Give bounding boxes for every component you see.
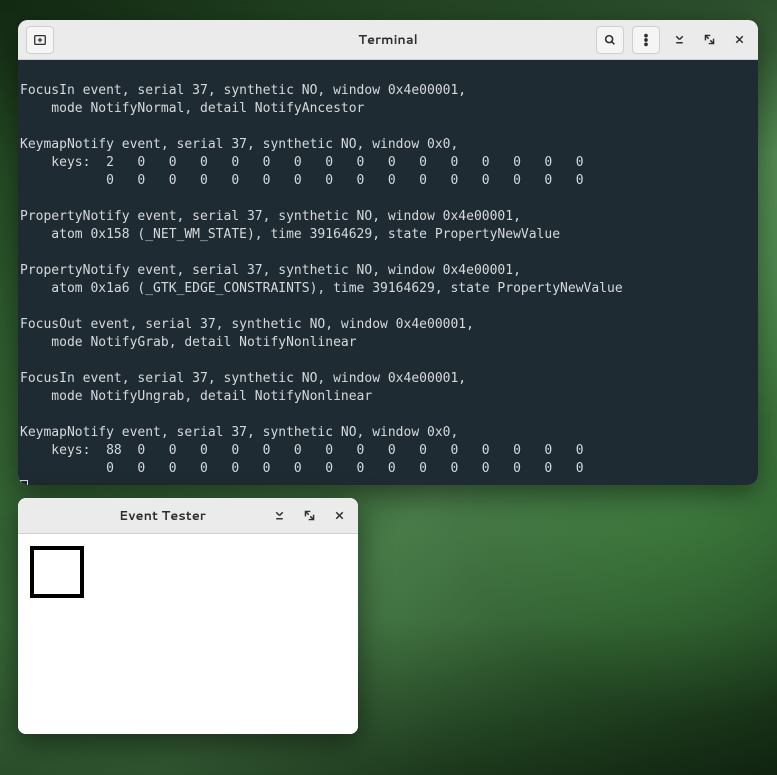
et-maximize-button[interactable] (296, 503, 322, 529)
minimize-icon (273, 509, 286, 522)
event-tester-window: Event Tester (18, 498, 358, 734)
event-tester-titlebar[interactable]: Event Tester (18, 498, 358, 534)
minimize-icon (673, 33, 686, 46)
maximize-icon (703, 33, 716, 46)
terminal-output: FocusIn event, serial 37, synthetic NO, … (20, 83, 623, 476)
menu-button[interactable] (632, 26, 660, 54)
terminal-titlebar[interactable]: Terminal (18, 20, 758, 60)
terminal-output-area[interactable]: FocusIn event, serial 37, synthetic NO, … (18, 60, 758, 485)
terminal-title: Terminal (358, 31, 418, 49)
event-tester-title: Event Tester (119, 507, 206, 525)
new-tab-button[interactable] (26, 26, 54, 54)
maximize-icon (303, 509, 316, 522)
search-icon (603, 33, 617, 47)
et-minimize-button[interactable] (266, 503, 292, 529)
et-close-button[interactable] (326, 503, 352, 529)
minimize-button[interactable] (666, 27, 692, 53)
terminal-cursor (20, 480, 28, 485)
close-icon (333, 509, 346, 522)
event-tester-body[interactable] (18, 534, 358, 734)
new-tab-icon (33, 33, 47, 47)
maximize-button[interactable] (696, 27, 722, 53)
close-icon (733, 33, 746, 46)
event-tester-square (30, 546, 84, 598)
menu-icon (639, 33, 653, 47)
search-button[interactable] (596, 26, 624, 54)
close-button[interactable] (726, 27, 752, 53)
terminal-window: Terminal (18, 20, 758, 485)
